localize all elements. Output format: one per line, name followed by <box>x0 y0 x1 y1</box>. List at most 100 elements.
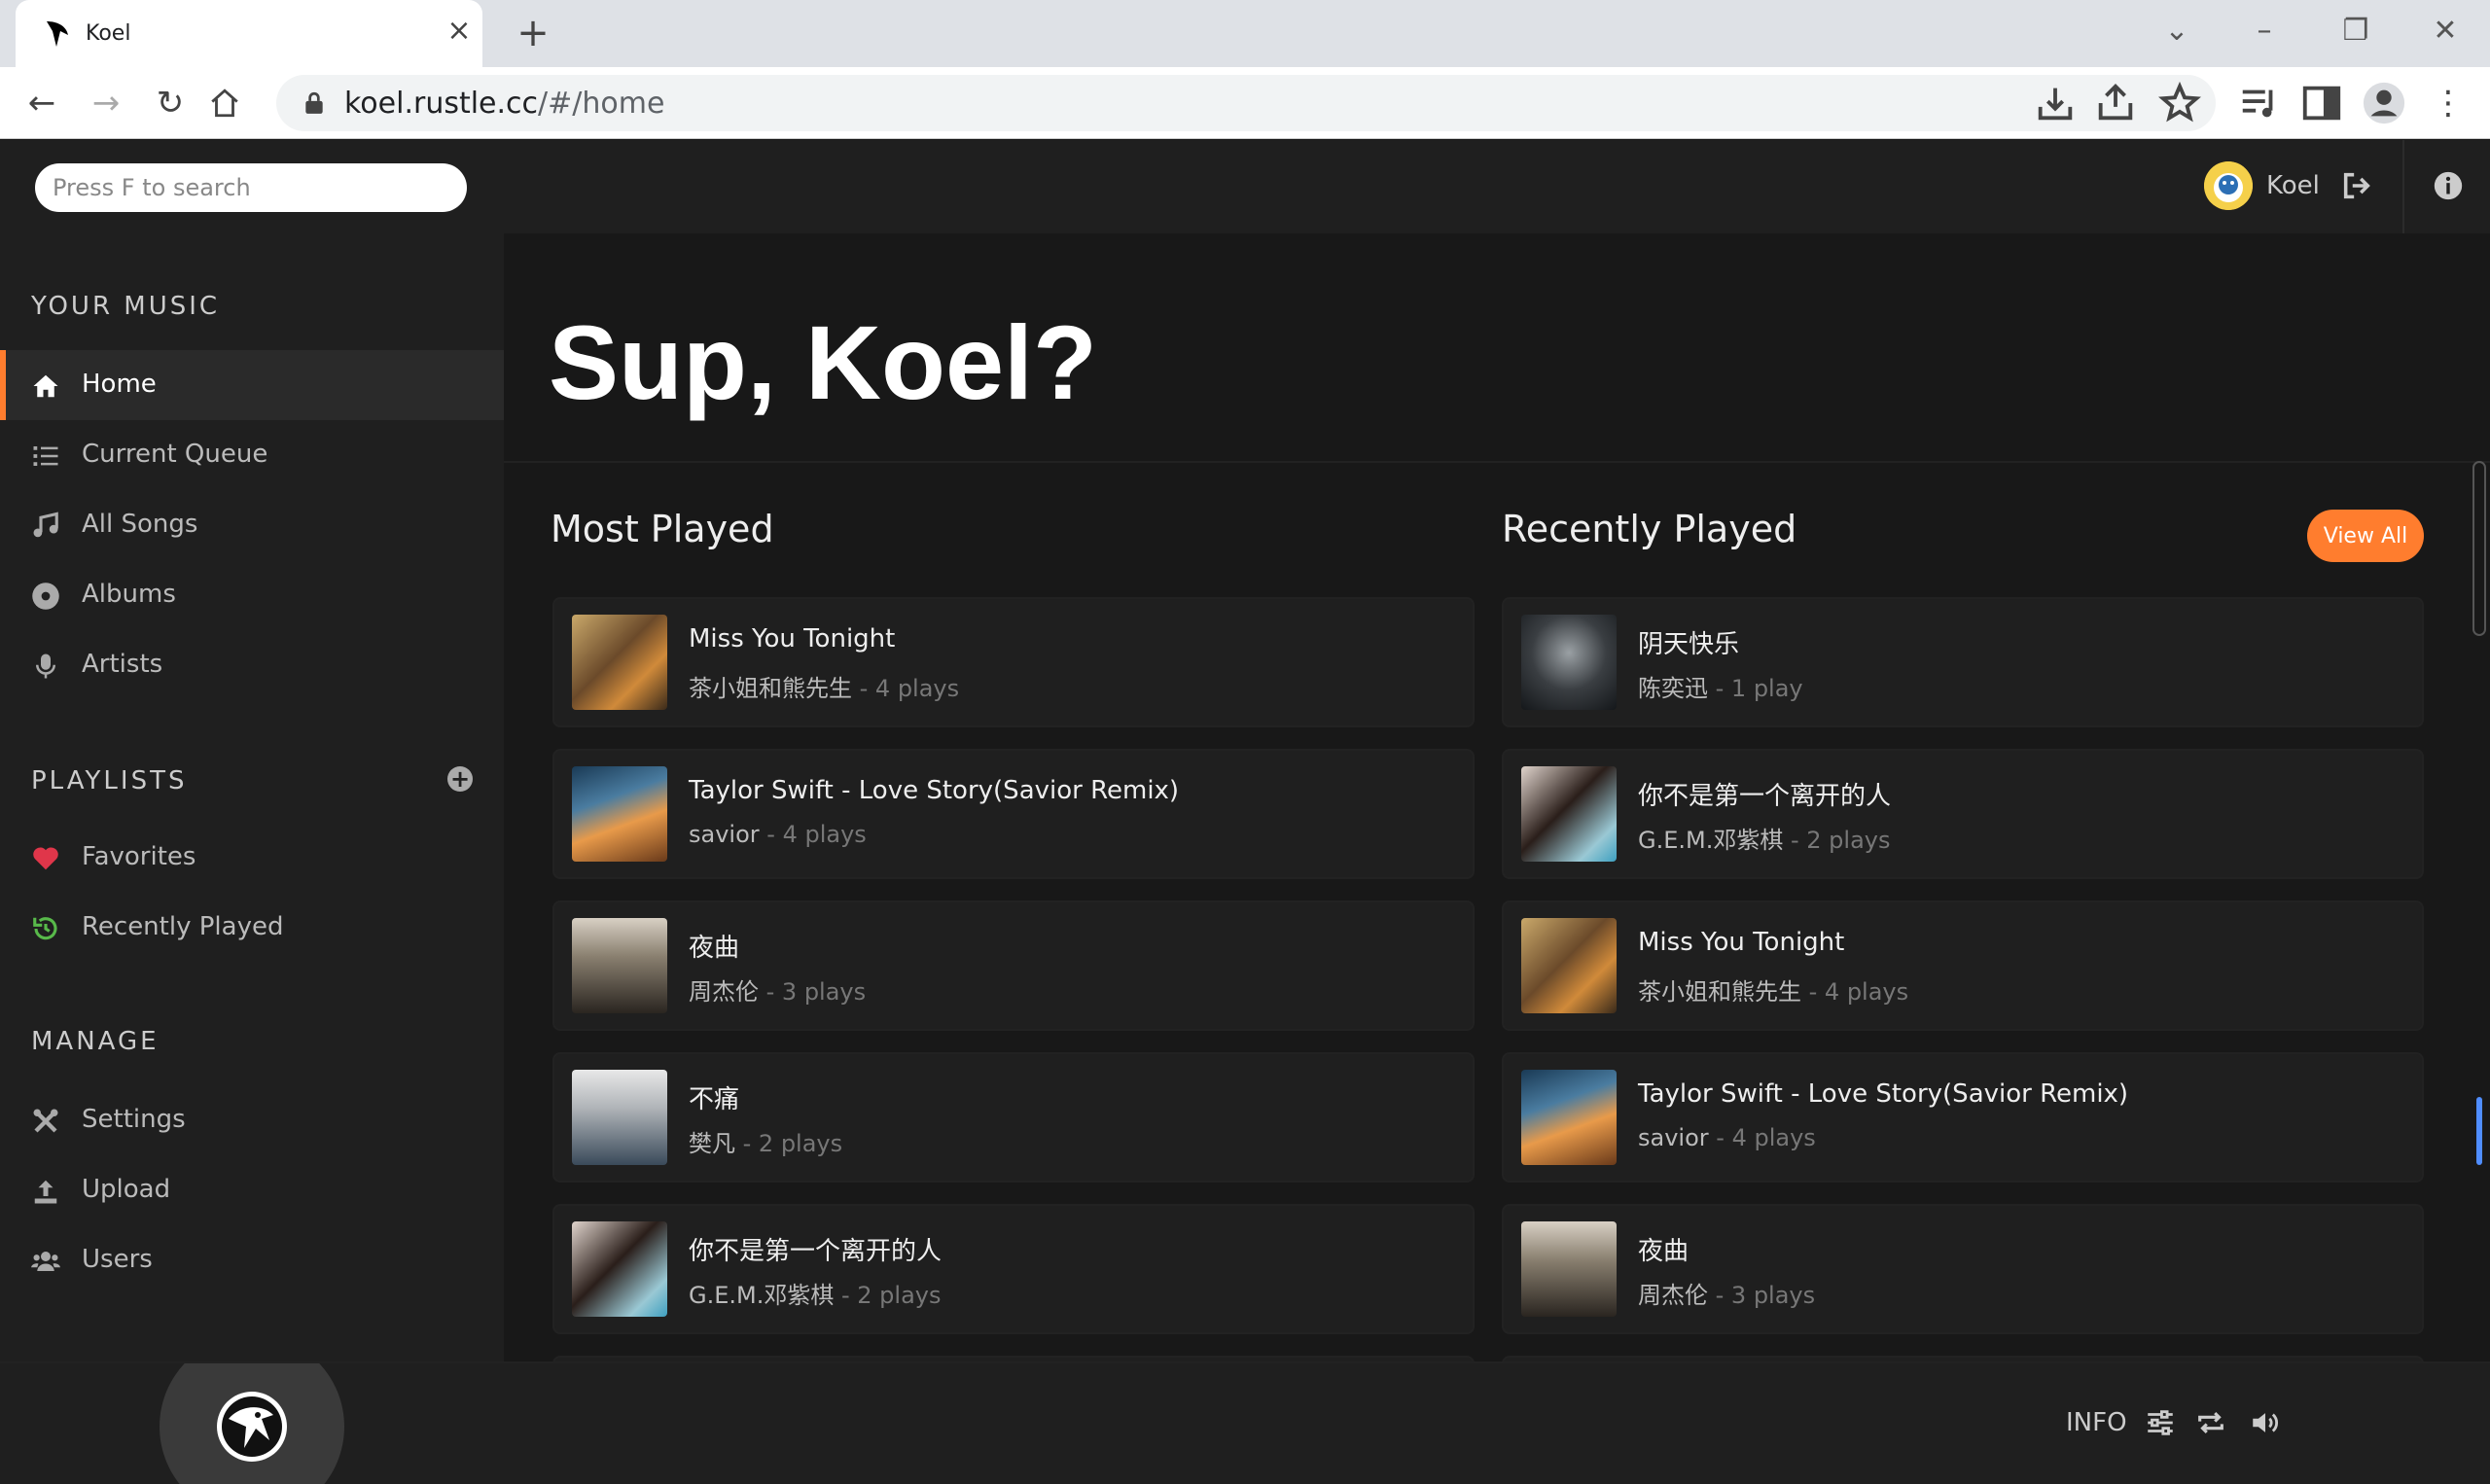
song-meta: G.E.M.邓紫棋 - 2 plays <box>1638 827 1891 854</box>
tab-close-icon[interactable]: × <box>442 14 477 49</box>
info-toggle[interactable]: INFO <box>2066 1408 2127 1437</box>
add-playlist-icon[interactable]: + <box>447 766 473 792</box>
song-meta: 茶小姐和熊先生 - 4 plays <box>689 675 960 702</box>
album-cover <box>572 918 667 1013</box>
media-control-icon[interactable] <box>2237 81 2282 125</box>
equalizer-icon[interactable] <box>2144 1406 2177 1439</box>
browser-toolbar: ← → ↻ koel.rustle.cc/#/home ⋮ <box>0 67 2490 139</box>
song-meta: savior - 4 plays <box>689 821 867 848</box>
sidebar-item-upload[interactable]: Upload <box>0 1155 504 1225</box>
list-item[interactable]: Miss You Tonight 茶小姐和熊先生 - 4 plays <box>1502 901 2424 1031</box>
microphone-icon <box>36 654 55 679</box>
main-content: Sup, Koel? Most Played Recently Played V… <box>504 233 2490 1361</box>
avatar-icon <box>2204 161 2253 210</box>
home-page-icon[interactable] <box>208 87 241 120</box>
sidebar-item-label: Recently Played <box>82 912 284 941</box>
list-item[interactable]: 不痛 樊凡 - 2 plays <box>552 1052 1475 1183</box>
queue-icon <box>33 446 58 466</box>
song-title: Taylor Swift - Love Story(Savior Remix) <box>689 776 1180 805</box>
view-all-button[interactable]: View All <box>2307 510 2424 562</box>
upload-icon <box>34 1180 57 1204</box>
scrollbar[interactable] <box>2472 461 2486 636</box>
list-item[interactable]: 阴天快乐 陈奕迅 - 1 play <box>1502 597 2424 727</box>
sidebar-item-home[interactable]: Home <box>0 350 504 420</box>
sidebar-item-favorites[interactable]: Favorites <box>0 823 504 893</box>
manage-title: MANAGE <box>31 1027 160 1056</box>
minimize-icon[interactable]: – <box>2241 8 2288 54</box>
sidebar-item-label: Settings <box>82 1105 186 1134</box>
greeting-divider <box>504 461 2490 463</box>
share-icon[interactable] <box>2093 81 2138 125</box>
sidebar-item-label: Albums <box>82 580 176 609</box>
song-meta: savior - 4 plays <box>1638 1124 1816 1151</box>
info-icon[interactable] <box>2432 169 2465 202</box>
sidebar-item-all-songs[interactable]: All Songs <box>0 490 504 560</box>
reload-icon[interactable]: ↻ <box>146 79 195 127</box>
sidebar-item-artists[interactable]: Artists <box>0 630 504 700</box>
sidebar-item-label: Upload <box>82 1175 171 1204</box>
koel-bird-icon <box>47 21 68 47</box>
scroll-indicator <box>2476 1097 2482 1165</box>
sidebar-item-label: Home <box>82 370 157 399</box>
song-title: 阴天快乐 <box>1638 630 1740 659</box>
logout-icon[interactable] <box>2340 169 2373 202</box>
search-input[interactable] <box>35 163 467 212</box>
repeat-icon[interactable] <box>2194 1406 2227 1439</box>
tools-icon <box>33 1109 58 1133</box>
profile-icon[interactable] <box>2362 81 2406 125</box>
sidebar-item-label: Favorites <box>82 842 196 871</box>
browser-tab[interactable]: Koel × <box>16 0 482 67</box>
song-meta: 茶小姐和熊先生 - 4 plays <box>1638 978 1909 1006</box>
sidebar-item-albums[interactable]: Albums <box>0 560 504 630</box>
list-item[interactable]: 你不是第一个离开的人 G.E.M.邓紫棋 - 2 plays <box>1502 749 2424 879</box>
browser-menu-icon[interactable]: ⋮ <box>2424 79 2472 127</box>
koel-logo-icon <box>217 1392 287 1462</box>
address-bar[interactable]: koel.rustle.cc/#/home <box>276 75 2216 131</box>
song-title: 你不是第一个离开的人 <box>689 1237 943 1266</box>
side-panel-icon[interactable] <box>2299 81 2344 125</box>
user-name[interactable]: Koel <box>2266 171 2320 200</box>
sidebar-item-label: Users <box>82 1245 153 1274</box>
list-item[interactable]: 夜曲 周杰伦 - 3 plays <box>1502 1204 2424 1334</box>
bookmark-star-icon[interactable] <box>2157 81 2202 125</box>
sidebar-item-label: Current Queue <box>82 440 268 469</box>
song-title: Miss You Tonight <box>1638 928 1845 957</box>
music-note-icon <box>33 512 58 538</box>
tab-search-icon[interactable]: ⌄ <box>2153 8 2200 54</box>
install-app-icon[interactable] <box>2033 81 2078 125</box>
song-meta: 周杰伦 - 3 plays <box>689 978 867 1006</box>
heart-icon <box>33 847 58 870</box>
list-item[interactable]: Miss You Tonight 茶小姐和熊先生 - 4 plays <box>552 597 1475 727</box>
list-item[interactable]: 夜曲 周杰伦 - 3 plays <box>552 901 1475 1031</box>
window-close-icon[interactable]: ✕ <box>2422 8 2469 54</box>
recently-played-list: 阴天快乐 陈奕迅 - 1 play 你不是第一个离开的人 G.E.M.邓紫棋 -… <box>1502 597 2424 1361</box>
list-item[interactable]: 你不是第一个离开的人 G.E.M.邓紫棋 - 2 plays <box>552 1204 1475 1334</box>
header-divider <box>2402 140 2404 233</box>
most-played-title: Most Played <box>551 508 774 550</box>
back-icon[interactable]: ← <box>18 79 66 127</box>
sidebar-item-recently-played[interactable]: Recently Played <box>0 893 504 963</box>
forward-icon[interactable]: → <box>82 79 130 127</box>
album-cover <box>1521 766 1617 862</box>
history-icon <box>33 917 57 940</box>
your-music-title: YOUR MUSIC <box>31 292 221 321</box>
song-meta: 周杰伦 - 3 plays <box>1638 1282 1816 1309</box>
home-icon <box>33 374 58 398</box>
recently-played-title: Recently Played <box>1502 508 1797 550</box>
list-item[interactable]: Taylor Swift - Love Story(Savior Remix) … <box>1502 1052 2424 1183</box>
sidebar-item-users[interactable]: Users <box>0 1225 504 1295</box>
volume-icon[interactable] <box>2249 1406 2282 1439</box>
url-text: koel.rustle.cc/#/home <box>344 87 665 121</box>
song-meta: G.E.M.邓紫棋 - 2 plays <box>689 1282 942 1309</box>
disc-icon <box>32 583 59 610</box>
list-item[interactable]: Taylor Swift - Love Story(Savior Remix) … <box>552 749 1475 879</box>
sidebar-item-current-queue[interactable]: Current Queue <box>0 420 504 490</box>
new-tab-icon[interactable]: + <box>512 12 554 54</box>
album-cover <box>1521 1221 1617 1317</box>
restore-icon[interactable]: ❐ <box>2332 8 2379 54</box>
user-avatar[interactable] <box>2204 161 2253 210</box>
sidebar-item-label: Artists <box>82 650 163 679</box>
most-played-list: Miss You Tonight 茶小姐和熊先生 - 4 plays Taylo… <box>552 597 1475 1361</box>
sidebar-item-settings[interactable]: Settings <box>0 1085 504 1155</box>
album-cover <box>572 766 667 862</box>
